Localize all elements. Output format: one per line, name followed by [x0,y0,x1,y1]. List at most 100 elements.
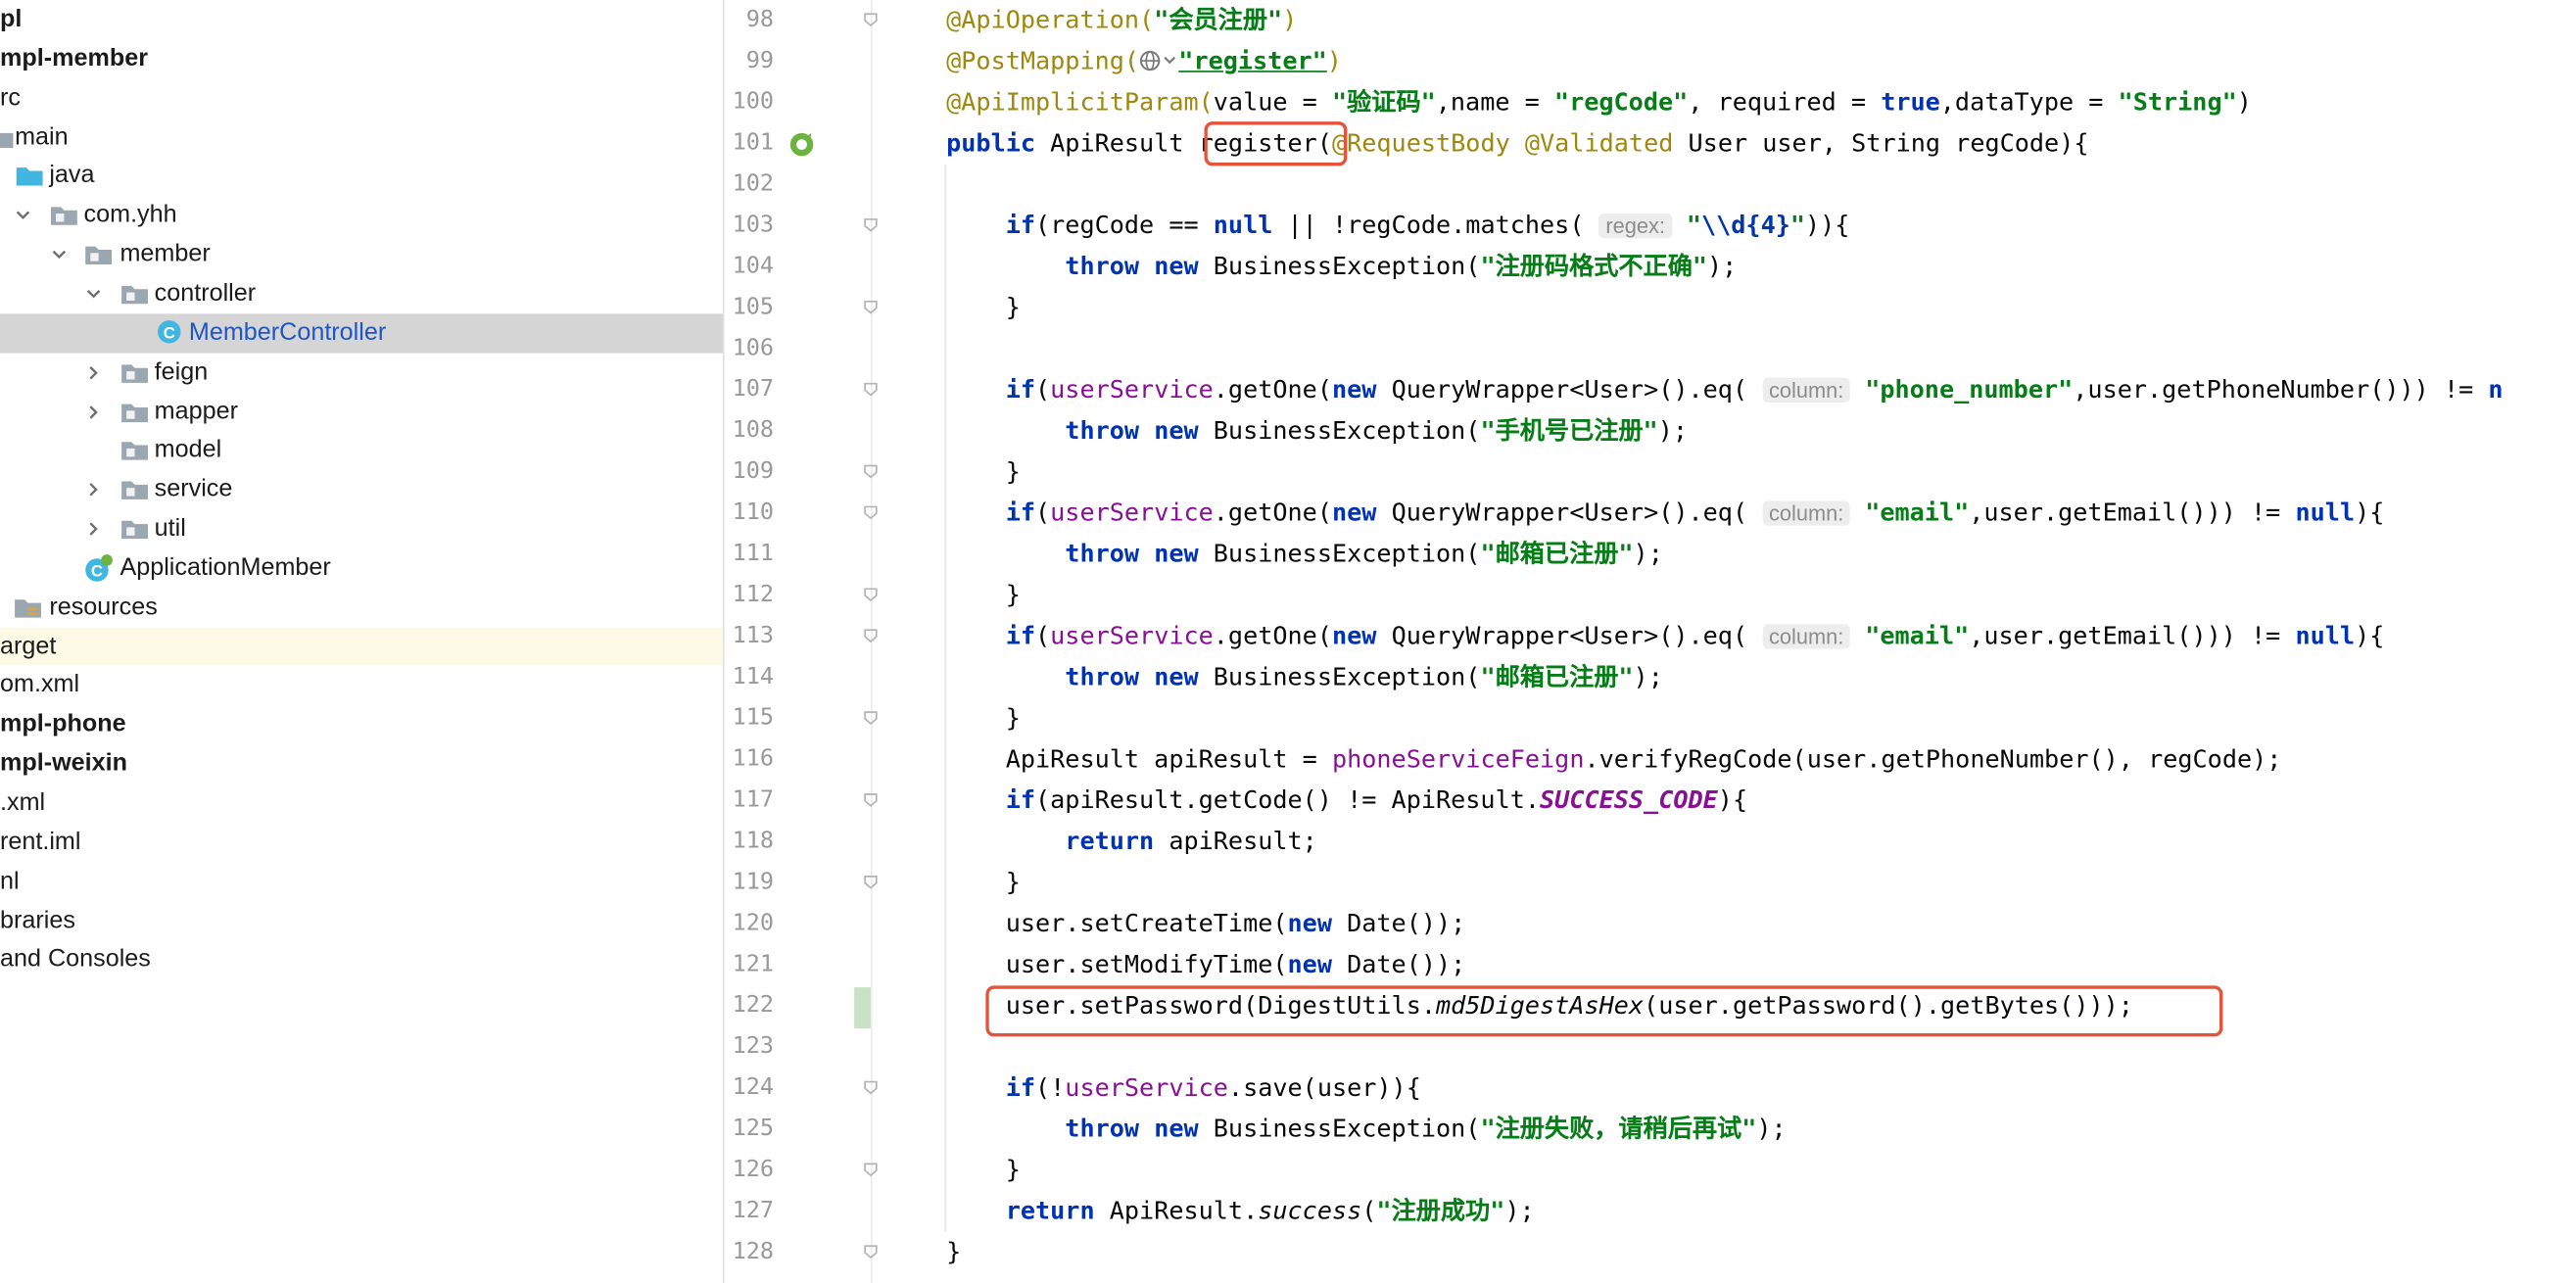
tree-item[interactable]: rc [0,78,723,118]
line-number[interactable]: 100 [725,82,774,123]
code-line-116[interactable]: ApiResult apiResult = phoneServiceFeign.… [946,739,2282,781]
line-number[interactable]: 116 [725,739,774,781]
code-line-115[interactable]: } [946,698,1021,739]
tree-item[interactable]: main [0,118,723,157]
line-number[interactable]: 106 [725,328,774,369]
code-line-104[interactable]: throw new BusinessException("注册码格式不正确"); [946,247,1737,288]
code-line-107[interactable]: if(userService.getOne(new QueryWrapper<U… [946,369,2504,410]
code-line-118[interactable]: return apiResult; [946,822,1317,863]
tree-item[interactable]: C ApplicationMember [0,548,723,588]
chevron-right-icon[interactable] [84,402,104,421]
tree-item[interactable]: rent.iml [0,823,723,862]
fold-marker-icon[interactable] [863,874,880,890]
line-number[interactable]: 110 [725,493,774,534]
chevron-down-icon[interactable] [84,284,104,304]
tree-item[interactable]: and Consoles [0,940,723,979]
line-number[interactable]: 105 [725,288,774,329]
line-number[interactable]: 124 [725,1068,774,1109]
line-number[interactable]: 117 [725,781,774,822]
method-name[interactable]: register [1199,128,1317,158]
fold-marker-icon[interactable] [863,504,880,521]
tree-item[interactable]: feign [0,353,723,392]
fold-marker-icon[interactable] [863,381,880,398]
line-number[interactable]: 123 [725,1026,774,1068]
line-number[interactable]: 98 [725,0,774,41]
line-number[interactable]: 126 [725,1150,774,1191]
code-line-127[interactable]: return ApiResult.success("注册成功"); [946,1191,1535,1232]
line-number[interactable]: 107 [725,369,774,410]
tree-item[interactable]: mapper [0,392,723,431]
code-line-120[interactable]: user.setCreateTime(new Date()); [946,904,1466,945]
code-line-122[interactable]: user.setPassword(DigestUtils.md5DigestAs… [946,985,2133,1026]
code-line-111[interactable]: throw new BusinessException("邮箱已注册"); [946,534,1663,575]
code-line-112[interactable]: } [946,575,1021,616]
code-line-124[interactable]: if(!userService.save(user)){ [946,1068,1421,1109]
fold-marker-icon[interactable] [863,1244,880,1260]
tree-item[interactable]: controller [0,274,723,313]
vcs-change-marker[interactable] [854,987,871,1029]
chevron-right-icon[interactable] [84,480,104,499]
line-number[interactable]: 112 [725,575,774,616]
code-line-101[interactable]: public ApiResult register(@RequestBody @… [946,123,2088,165]
line-number[interactable]: 115 [725,698,774,739]
tree-item[interactable]: model [0,431,723,470]
line-number[interactable]: 113 [725,616,774,657]
chevron-right-icon[interactable] [84,362,104,382]
line-number[interactable]: 114 [725,657,774,698]
line-number[interactable]: 122 [725,985,774,1026]
code-line-121[interactable]: user.setModifyTime(new Date()); [946,944,1466,985]
tree-item[interactable]: resources [0,588,723,627]
code-line-99[interactable]: @PostMapping("register") [946,41,1342,82]
tree-item[interactable]: member [0,235,723,274]
chevron-down-icon[interactable] [1163,44,1179,67]
tree-item[interactable]: nl [0,862,723,901]
fold-marker-icon[interactable] [863,628,880,644]
code-editor[interactable]: @ApiOperation("会员注册") @PostMapping("regi… [874,0,2576,1283]
line-number[interactable]: 111 [725,534,774,575]
spring-bean-icon[interactable] [788,131,815,158]
line-number[interactable]: 127 [725,1191,774,1232]
line-number[interactable]: 119 [725,863,774,904]
tree-item[interactable]: C MemberController [0,313,724,353]
fold-marker-icon[interactable] [863,299,880,315]
code-line-98[interactable]: @ApiOperation("会员注册") [946,0,1297,41]
code-line-109[interactable]: } [946,451,1021,493]
fold-marker-icon[interactable] [863,463,880,480]
code-line-100[interactable]: @ApiImplicitParam(value = "验证码",name = "… [946,82,2252,123]
tree-item[interactable]: .xml [0,784,723,823]
code-line-126[interactable]: } [946,1150,1021,1191]
fold-marker-icon[interactable] [863,1079,880,1096]
fold-marker-icon[interactable] [863,12,880,28]
tree-item[interactable]: util [0,509,723,548]
line-number[interactable]: 99 [725,41,774,82]
fold-marker-icon[interactable] [863,1162,880,1178]
fold-marker-icon[interactable] [863,710,880,727]
tree-item[interactable]: mpl-phone [0,705,723,744]
line-number[interactable]: 109 [725,451,774,493]
line-number[interactable]: 125 [725,1109,774,1150]
globe-icon[interactable] [1139,44,1162,71]
endpoint-link[interactable]: "register" [1178,46,1326,75]
tree-item[interactable]: braries [0,901,723,940]
line-number[interactable]: 118 [725,822,774,863]
fold-marker-icon[interactable] [863,587,880,603]
code-line-108[interactable]: throw new BusinessException("手机号已注册"); [946,410,1688,451]
code-line-114[interactable]: throw new BusinessException("邮箱已注册"); [946,657,1663,698]
line-number[interactable]: 104 [725,247,774,288]
line-number[interactable]: 101 [725,123,774,165]
tree-item[interactable]: arget [0,627,724,666]
code-line-113[interactable]: if(userService.getOne(new QueryWrapper<U… [946,616,2385,657]
tree-item[interactable]: mpl-member [0,39,723,78]
tree-item[interactable]: service [0,470,723,509]
code-line-119[interactable]: } [946,863,1021,904]
code-line-117[interactable]: if(apiResult.getCode() != ApiResult.SUCC… [946,781,1747,822]
code-line-105[interactable]: } [946,288,1021,329]
code-line-125[interactable]: throw new BusinessException("注册失败，请稍后再试"… [946,1109,1786,1150]
chevron-down-icon[interactable] [13,206,32,225]
code-line-128[interactable]: } [946,1232,961,1273]
fold-marker-icon[interactable] [863,791,880,808]
line-number[interactable]: 103 [725,206,774,247]
line-number[interactable]: 120 [725,904,774,945]
tree-item[interactable]: java [0,157,723,196]
chevron-down-icon[interactable] [49,245,69,264]
